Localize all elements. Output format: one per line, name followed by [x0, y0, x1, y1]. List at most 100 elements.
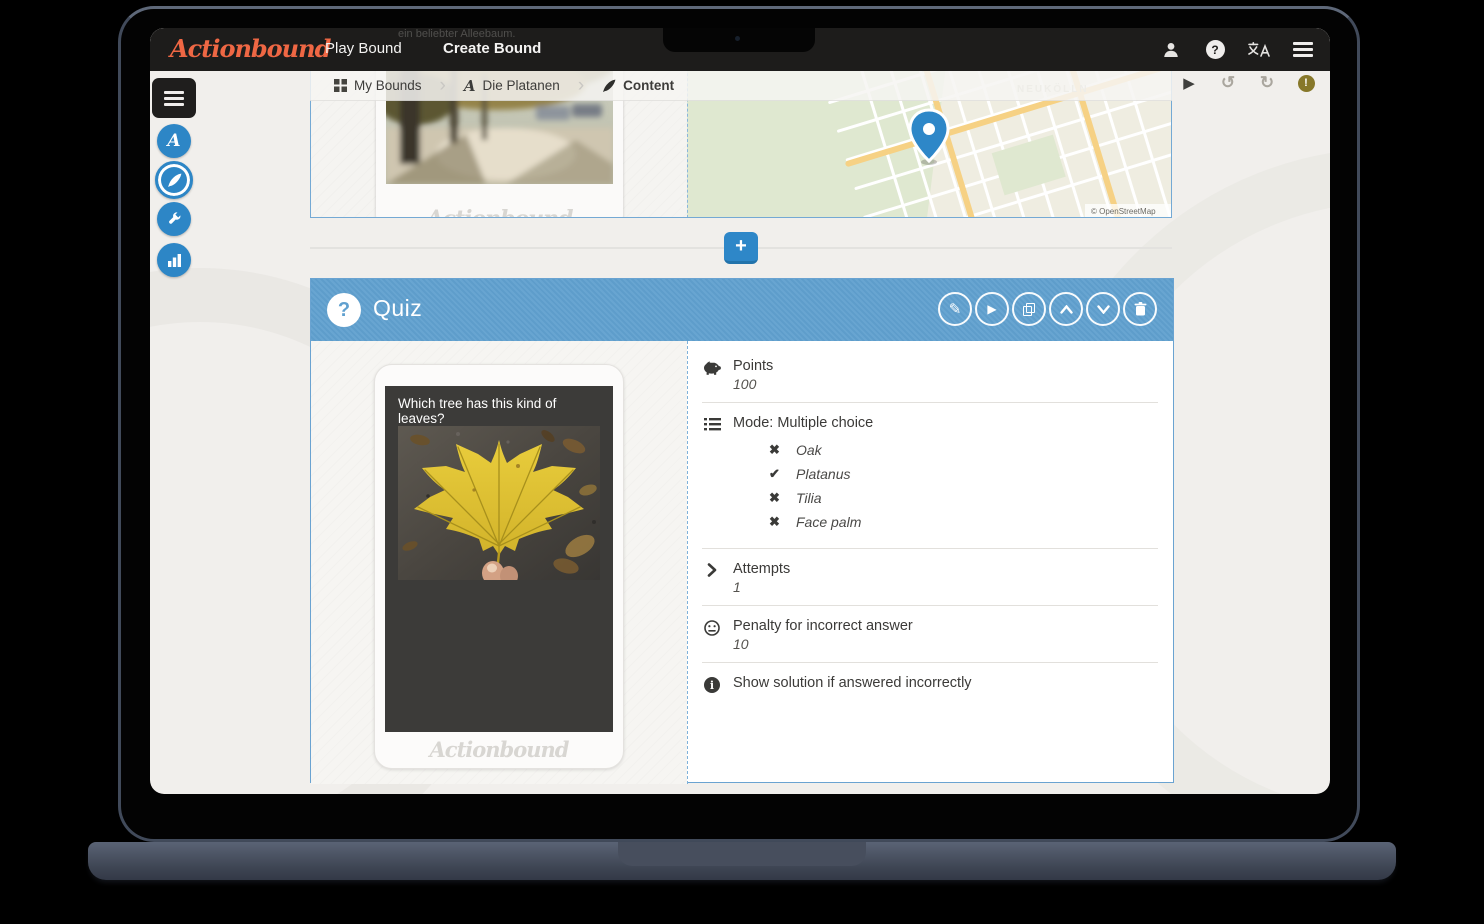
move-down-button[interactable] — [1086, 292, 1120, 326]
answer-row: ✔ Platanus — [769, 466, 1154, 482]
info-icon: i — [702, 675, 722, 693]
leaf-photo — [398, 426, 600, 580]
section-divider — [702, 402, 1158, 403]
bar-chart-icon — [167, 253, 182, 267]
rail-bound-info-button[interactable]: A — [157, 124, 191, 158]
webcam-dot — [735, 36, 740, 41]
quiz-card-body: Which tree has this kind of leaves? — [311, 341, 1173, 784]
actionbound-watermark: Actionbound — [375, 737, 623, 762]
user-account-button[interactable] — [1160, 39, 1182, 61]
phone-preview: Which tree has this kind of leaves? — [374, 364, 624, 769]
section-divider — [702, 548, 1158, 549]
answer-text: Tilia — [796, 490, 822, 506]
answer-row: ✖ Oak — [769, 442, 1154, 458]
mode-row[interactable]: Mode: Multiple choice ✖ Oak ✔ Platanus — [702, 413, 1160, 538]
incorrect-icon: ✖ — [769, 514, 783, 530]
translate-icon — [1248, 42, 1270, 57]
nav-play-bound[interactable]: Play Bound — [325, 40, 402, 57]
rail-settings-button[interactable] — [157, 202, 191, 236]
answer-text: Face palm — [796, 514, 861, 530]
answer-text: Platanus — [796, 466, 850, 482]
neutral-face-icon — [702, 618, 722, 652]
app-screen: Actionbound — [150, 28, 1330, 794]
redo-button[interactable]: ↻ — [1258, 74, 1276, 92]
incorrect-icon: ✖ — [769, 490, 783, 506]
piggy-bank-icon — [702, 358, 722, 392]
pencil-icon: ✎ — [949, 300, 962, 318]
attempts-row[interactable]: Attempts 1 — [702, 559, 1160, 595]
breadcrumb: My Bounds › A Die Platanen › Content — [310, 71, 1172, 101]
quiz-type-icon: ? — [327, 293, 361, 327]
answer-row: ✖ Tilia — [769, 490, 1154, 506]
incorrect-icon: ✖ — [769, 442, 783, 458]
help-icon: ? — [1206, 40, 1225, 59]
rail-statistics-button[interactable] — [157, 243, 191, 277]
actionbound-logo[interactable]: Actionbound — [170, 34, 330, 63]
section-divider — [702, 662, 1158, 663]
breadcrumb-my-bounds[interactable]: My Bounds — [334, 78, 422, 93]
breadcrumb-label: Die Platanen — [483, 78, 560, 93]
actionbound-a-icon: A — [167, 131, 180, 151]
points-value: 100 — [733, 376, 773, 392]
quiz-preview-panel: Which tree has this kind of leaves? — [311, 341, 687, 784]
solution-label: Show solution if answered incorrectly — [733, 675, 972, 691]
hamburger-icon — [164, 97, 184, 100]
add-element-button[interactable]: + — [724, 232, 758, 264]
play-button[interactable]: ▶ — [975, 292, 1009, 326]
help-button[interactable]: ? — [1204, 39, 1226, 61]
attempts-label: Attempts — [733, 561, 790, 577]
undo-button[interactable]: ↺ — [1219, 74, 1237, 92]
hamburger-icon — [1293, 48, 1313, 51]
feather-icon — [602, 79, 616, 93]
laptop-camera-notch — [663, 28, 815, 52]
preview-play-button[interactable]: ▶ — [1180, 74, 1198, 92]
laptop-base — [88, 842, 1396, 880]
rail-content-button[interactable] — [155, 161, 193, 199]
sidebar-toggle-button[interactable] — [152, 78, 196, 118]
warning-button[interactable]: ! — [1297, 74, 1315, 92]
play-icon: ▶ — [987, 302, 996, 316]
grid-icon — [334, 79, 347, 92]
person-icon — [1162, 41, 1180, 59]
chevron-down-icon — [1097, 305, 1110, 314]
map-attribution: © OpenStreetMap — [1091, 207, 1156, 216]
answer-row: ✖ Face palm — [769, 514, 1154, 530]
quiz-card: ? Quiz ✎ ▶ — [310, 278, 1174, 783]
breadcrumb-separator: › — [578, 75, 584, 97]
quiz-question-text: Which tree has this kind of leaves? — [398, 396, 598, 426]
breadcrumb-content[interactable]: Content — [602, 78, 674, 93]
penalty-label: Penalty for incorrect answer — [733, 618, 913, 634]
menu-button[interactable] — [1292, 39, 1314, 61]
actionbound-a-icon: A — [464, 77, 476, 95]
language-button[interactable] — [1248, 39, 1270, 61]
stage-toolbar: ▶ ↺ ↻ ! — [1180, 74, 1315, 92]
copy-icon — [1023, 303, 1035, 316]
penalty-value: 10 — [733, 636, 913, 652]
breadcrumb-bound-title[interactable]: A Die Platanen — [464, 77, 560, 95]
scrolled-page-caption: ein beliebter Alleebaum. — [398, 28, 515, 40]
section-divider — [702, 605, 1158, 606]
duplicate-button[interactable] — [1012, 292, 1046, 326]
laptop-lid-notch — [618, 842, 866, 866]
quiz-settings-panel: Points 100 Mode: Multiple choice — [702, 341, 1160, 784]
answer-text: Oak — [796, 442, 822, 458]
points-row[interactable]: Points 100 — [702, 356, 1160, 392]
trash-icon — [1134, 302, 1147, 316]
penalty-row[interactable]: Penalty for incorrect answer 10 — [702, 616, 1160, 652]
solution-row[interactable]: i Show solution if answered incorrectly — [702, 673, 1160, 693]
phone-screen: Which tree has this kind of leaves? — [385, 386, 613, 732]
mode-label: Mode: Multiple choice — [733, 415, 1154, 431]
chevron-up-icon — [1060, 305, 1073, 314]
delete-button[interactable] — [1123, 292, 1157, 326]
edit-button[interactable]: ✎ — [938, 292, 972, 326]
quiz-card-header: ? Quiz ✎ ▶ — [311, 279, 1173, 341]
move-up-button[interactable] — [1049, 292, 1083, 326]
nav-create-bound[interactable]: Create Bound — [443, 40, 541, 57]
quiz-card-title: Quiz — [373, 295, 422, 322]
breadcrumb-separator: › — [440, 75, 446, 97]
navbar-right-icons: ? — [1160, 28, 1314, 71]
breadcrumb-label: Content — [623, 78, 674, 93]
wrench-icon — [166, 211, 182, 227]
actionbound-watermark: Actionbound — [376, 206, 623, 218]
chevron-right-icon — [702, 561, 722, 595]
